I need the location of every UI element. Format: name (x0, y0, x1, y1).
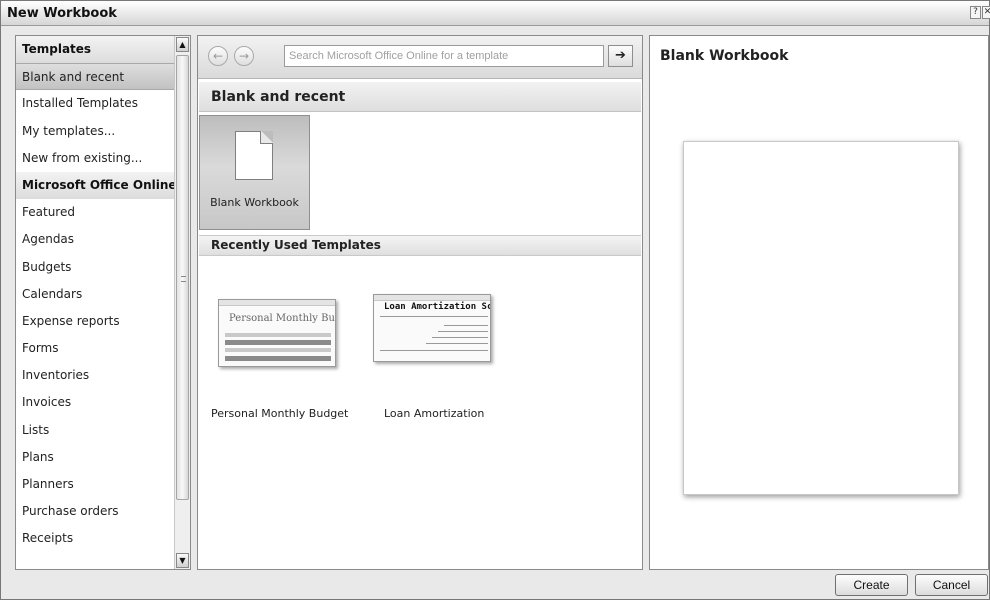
thumbnail-row (225, 348, 331, 352)
templates-content-pane: ← → ➔ Blank and recent Blank Workbook Re… (197, 35, 643, 570)
scroll-thumb[interactable] (176, 55, 189, 500)
close-button[interactable]: ✕ (982, 6, 990, 19)
sidebar-item-installed-templates[interactable]: Installed Templates (16, 90, 175, 117)
sidebar-header-microsoft-office-online: Microsoft Office Online (16, 171, 177, 200)
thumbnail-heading: Loan Amortization Sche (384, 302, 490, 312)
sidebar-item-agendas[interactable]: Agendas (16, 226, 175, 253)
blank-document-icon (235, 131, 273, 180)
thumbnail-rule (438, 331, 488, 332)
thumbnail-rule (380, 350, 488, 351)
back-arrow-icon[interactable]: ← (208, 46, 228, 66)
blank-workbook-tile[interactable]: Blank Workbook (199, 115, 310, 230)
thumbnail-rule (432, 337, 488, 338)
thumbnail-rule (426, 343, 488, 344)
thumbnail-row (225, 333, 331, 337)
template-search-input[interactable] (284, 45, 604, 67)
scroll-down-icon[interactable]: ▼ (176, 553, 189, 568)
thumbnail-row (225, 340, 331, 345)
grip-icon (181, 276, 186, 282)
sidebar-item-invoices[interactable]: Invoices (16, 389, 175, 416)
thumbnail-rule (380, 316, 488, 317)
preview-pane: Blank Workbook (649, 35, 989, 570)
sidebar-item-lists[interactable]: Lists (16, 417, 175, 444)
sidebar-item-calendars[interactable]: Calendars (16, 281, 175, 308)
templates-scrollbar[interactable]: ▲ ▼ (174, 36, 190, 569)
forward-arrow-icon[interactable]: → (234, 46, 254, 66)
scroll-up-icon[interactable]: ▲ (176, 37, 189, 52)
window-title: New Workbook (7, 6, 117, 21)
template-thumbnail-loan-amortization[interactable]: Loan Amortization Sche (373, 294, 491, 362)
preview-title: Blank Workbook (660, 48, 789, 64)
create-button[interactable]: Create (835, 574, 908, 596)
search-bar: ← → ➔ (198, 36, 642, 79)
templates-pane: Templates Blank and recent Installed Templ… (15, 35, 191, 570)
sidebar-item-inventories[interactable]: Inventories (16, 362, 175, 389)
recent-templates-title: Recently Used Templates (199, 235, 641, 256)
template-thumbnail-personal-budget[interactable]: Personal Monthly Bu (218, 299, 336, 367)
sidebar-header-templates: Templates (16, 36, 175, 64)
title-bar: New Workbook ? ✕ (1, 1, 990, 26)
template-label-loan-amortization[interactable]: Loan Amortization (384, 407, 484, 420)
thumbnail-heading: Personal Monthly Bu (229, 313, 335, 324)
sidebar-item-my-templates[interactable]: My templates... (16, 118, 175, 145)
section-title: Blank and recent (199, 82, 641, 112)
search-go-icon[interactable]: ➔ (608, 45, 633, 67)
thumbnail-ruler (219, 300, 335, 306)
sidebar-item-expense-reports[interactable]: Expense reports (16, 308, 175, 335)
sidebar-item-budgets[interactable]: Budgets (16, 254, 175, 281)
template-label-personal-budget[interactable]: Personal Monthly Budget (211, 407, 348, 420)
sidebar-item-blank-and-recent[interactable]: Blank and recent (16, 63, 175, 91)
sidebar-item-new-from-existing[interactable]: New from existing... (16, 145, 175, 172)
help-button[interactable]: ? (970, 6, 981, 19)
cancel-button[interactable]: Cancel (915, 574, 988, 596)
thumbnail-ruler (374, 295, 490, 301)
templates-nav-list: Templates Blank and recent Installed Templ… (16, 36, 177, 553)
title-bar-buttons: ? ✕ (970, 6, 990, 19)
blank-workbook-label: Blank Workbook (210, 196, 299, 209)
workbook-preview-page (683, 141, 959, 495)
thumbnail-row (225, 356, 331, 361)
sidebar-item-planners[interactable]: Planners (16, 471, 175, 498)
thumbnail-rule (444, 325, 488, 326)
sidebar-item-purchase-orders[interactable]: Purchase orders (16, 498, 175, 525)
new-workbook-dialog: New Workbook ? ✕ Templates Blank and rece… (0, 0, 990, 600)
sidebar-item-featured[interactable]: Featured (16, 199, 175, 226)
sidebar-item-plans[interactable]: Plans (16, 444, 175, 471)
sidebar-item-forms[interactable]: Forms (16, 335, 175, 362)
sidebar-item-receipts[interactable]: Receipts (16, 525, 175, 552)
